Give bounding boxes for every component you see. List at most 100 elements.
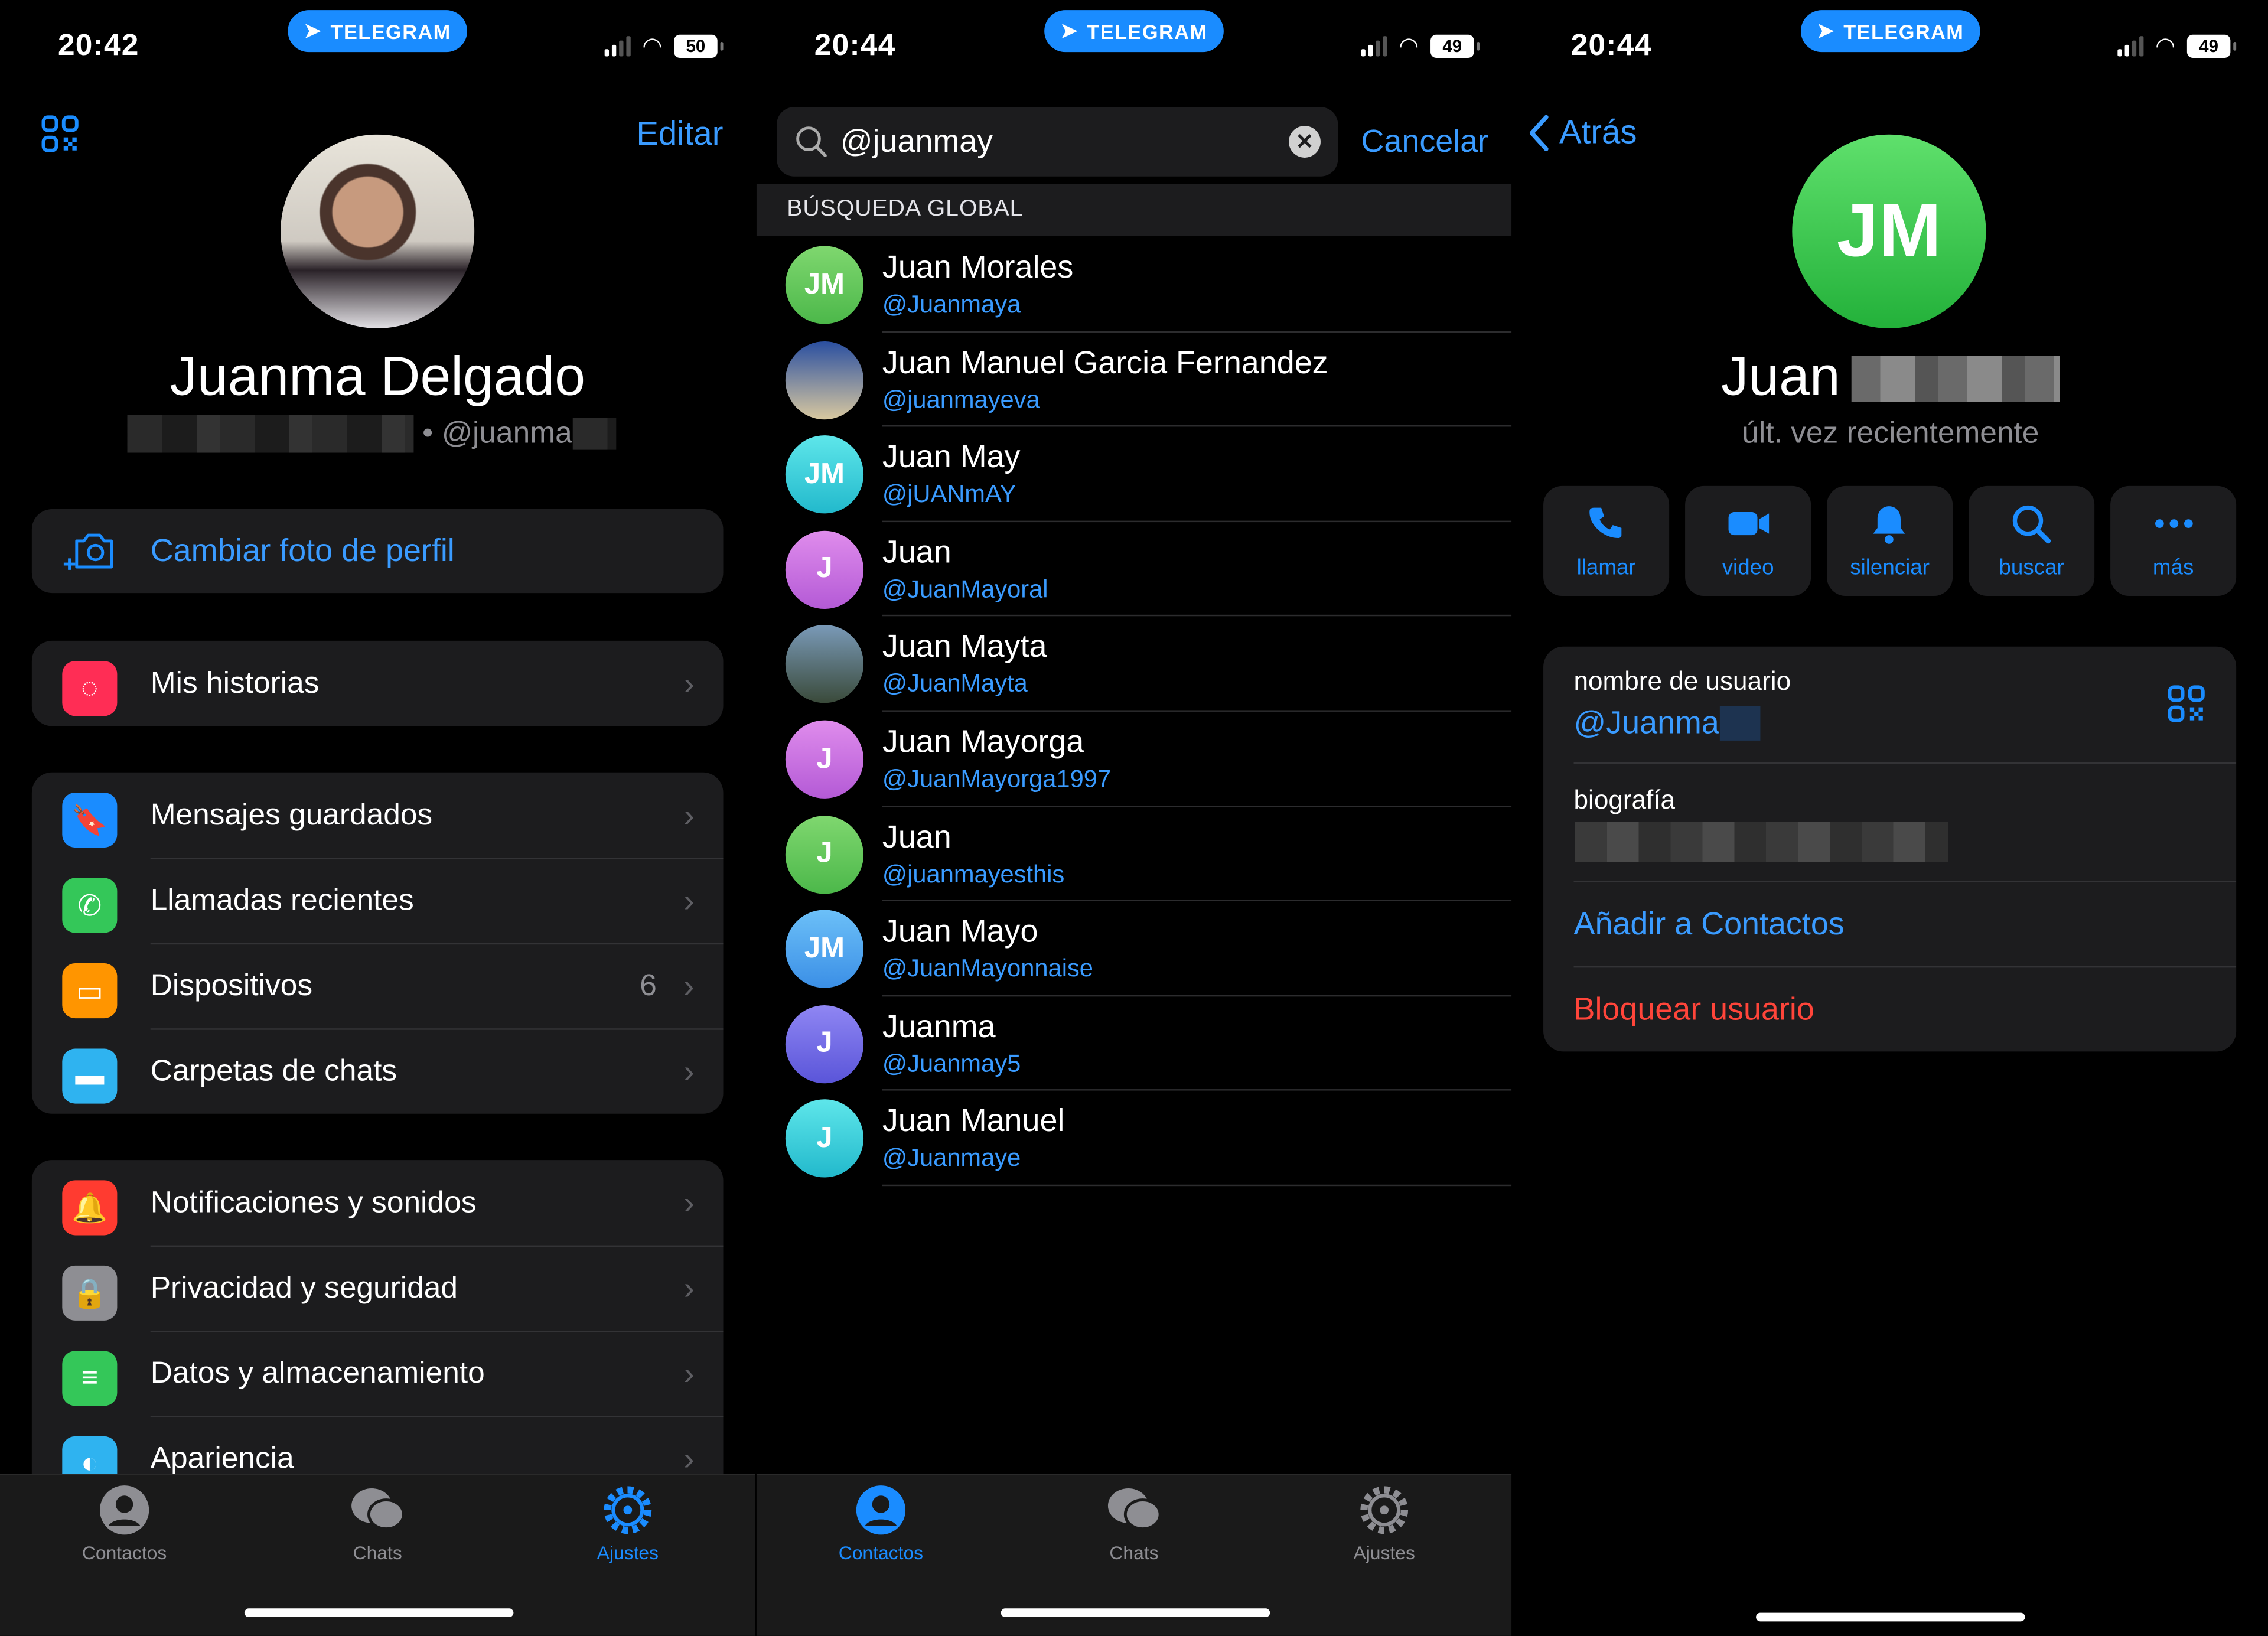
- result-name: Juan: [882, 818, 951, 855]
- settings-item-mensajes-guardados[interactable]: 🔖 Mensajes guardados ›: [32, 773, 724, 858]
- result-username: @jUANmAY: [882, 480, 1016, 509]
- settings-item-datos-y-almacenamiento[interactable]: ≡ Datos y almacenamiento ›: [32, 1331, 724, 1416]
- item-count: 6: [640, 968, 657, 1002]
- search-result-row[interactable]: J Juan @JuanMayoral: [757, 522, 1512, 617]
- change-photo-button[interactable]: Cambiar foto de perfil: [31, 509, 724, 594]
- chevron-right-icon: ›: [683, 881, 695, 918]
- telegram-banner[interactable]: ➤ TELEGRAM: [1044, 10, 1224, 53]
- settings-item-llamadas-recientes[interactable]: ✆ Llamadas recientes ›: [32, 858, 724, 943]
- result-name: Juan Mayorga: [882, 723, 1084, 760]
- silenciar-button[interactable]: silenciar: [1827, 485, 1953, 596]
- stories-group: ◌ Mis historias ›: [31, 640, 724, 726]
- back-label: Atrás: [1559, 113, 1637, 151]
- contact-avatar[interactable]: JM: [1792, 134, 1986, 328]
- chat-bubbles-icon: [291, 1484, 464, 1536]
- search-query: @juanmay: [840, 123, 993, 159]
- lock-icon: 🔒: [62, 1265, 118, 1321]
- search-result-row[interactable]: JM Juan Morales @Juanmaya: [757, 237, 1512, 333]
- result-avatar: J: [785, 530, 864, 609]
- qr-code-icon[interactable]: [41, 114, 80, 153]
- chevron-right-icon: ›: [683, 796, 695, 833]
- tab-contactos[interactable]: Contactos: [38, 1484, 211, 1563]
- contact-name-row: Juan: [1513, 347, 2268, 409]
- result-username: @JuanMayoral: [882, 575, 1048, 603]
- wifi-icon: ◠: [2155, 34, 2176, 60]
- block-user-button[interactable]: Bloquear usuario: [1574, 991, 1814, 1029]
- tab-contactos[interactable]: Contactos: [794, 1484, 968, 1563]
- item-label: Privacidad y seguridad: [150, 1270, 458, 1304]
- search-result-row[interactable]: JM Juan Mayo @JuanMayonnaise: [757, 901, 1512, 996]
- result-name: Juan Manuel: [882, 1103, 1065, 1139]
- chevron-right-icon: ›: [683, 967, 695, 1003]
- result-avatar: [785, 340, 864, 419]
- result-name: Juan Morales: [882, 249, 1074, 285]
- battery-icon: 49: [1430, 34, 1480, 58]
- battery-icon: 50: [674, 34, 724, 58]
- telegram-banner[interactable]: ➤ TELEGRAM: [288, 10, 468, 53]
- result-name: Juan Mayo: [882, 912, 1038, 950]
- search-result-row[interactable]: J Juanma @Juanmay5: [757, 996, 1512, 1091]
- item-label: Llamadas recientes: [150, 883, 414, 917]
- settings-item-privacidad-y-seguridad[interactable]: 🔒 Privacidad y seguridad ›: [32, 1245, 724, 1331]
- tab-ajustes[interactable]: Ajustes: [541, 1484, 715, 1563]
- username-value[interactable]: @Juanma: [1574, 705, 1760, 742]
- result-name: Juan: [882, 533, 951, 570]
- result-name: Juan Manuel Garcia Fernandez: [882, 343, 1328, 380]
- buscar-button[interactable]: buscar: [1969, 485, 2095, 596]
- settings-item-dispositivos[interactable]: ▭ Dispositivos 6 ›: [32, 943, 724, 1028]
- add-to-contacts-button[interactable]: Añadir a Contactos: [1574, 905, 1845, 943]
- search-result-row[interactable]: Juan Mayta @JuanMayta: [757, 617, 1512, 712]
- contact-screen: 20:44 ➤ TELEGRAM ◠ 49 Atrás JM Juan últ. v…: [1513, 0, 2268, 1636]
- section-header: BÚSQUEDA GLOBAL: [756, 184, 1512, 236]
- result-username: @Juanmaye: [882, 1145, 1021, 1172]
- item-label: Carpetas de chats: [150, 1054, 397, 1087]
- qr-code-icon[interactable]: [2167, 684, 2206, 723]
- item-label: Dispositivos: [150, 968, 313, 1002]
- search-result-row[interactable]: J Juan @juanmayesthis: [757, 807, 1512, 902]
- settings-item-carpetas-de-chats[interactable]: ▬ Carpetas de chats ›: [32, 1028, 724, 1113]
- stories-icon: ◌: [62, 661, 118, 716]
- clear-search-icon[interactable]: ✕: [1289, 126, 1321, 158]
- home-indicator[interactable]: [244, 1608, 514, 1617]
- tab-ajustes[interactable]: Ajustes: [1298, 1484, 1471, 1563]
- search-result-row[interactable]: J Juan Mayorga @JuanMayorga1997: [757, 712, 1512, 807]
- home-indicator[interactable]: [1756, 1612, 2025, 1622]
- redacted-bio: [1575, 822, 1948, 862]
- signal-icon: [2117, 36, 2144, 57]
- result-name: Juan Mayta: [882, 628, 1047, 665]
- edit-button[interactable]: Editar: [636, 114, 723, 153]
- contact-info-card: nombre de usuario @Juanma biografía Añad…: [1543, 646, 2237, 1052]
- status-icons: ◠ 49: [1361, 32, 1480, 61]
- signal-icon: [604, 36, 631, 57]
- cancel-button[interactable]: Cancelar: [1361, 123, 1489, 161]
- search-result-row[interactable]: J Juan Manuel @Juanmaye: [757, 1091, 1512, 1187]
- search-input[interactable]: @juanmay ✕: [777, 107, 1338, 177]
- profile-subtitle: • @juanma: [127, 415, 616, 453]
- mas-button[interactable]: más: [2110, 485, 2237, 596]
- devices-icon: ▭: [62, 963, 118, 1019]
- home-indicator[interactable]: [1001, 1608, 1270, 1617]
- search-icon: [796, 126, 827, 157]
- settings-item-mis-historias[interactable]: ◌ Mis historias ›: [32, 641, 724, 726]
- item-label: Mis historias: [150, 666, 320, 700]
- screenshot-stage: 20:42 ➤ TELEGRAM ◠ 50 Editar Juanma Delgad…: [0, 0, 2268, 1636]
- llamar-button[interactable]: llamar: [1543, 485, 1670, 596]
- tab-label: Chats: [1109, 1542, 1159, 1564]
- settings-item-notificaciones-y-sonidos[interactable]: 🔔 Notificaciones y sonidos ›: [32, 1160, 724, 1245]
- telegram-banner[interactable]: ➤ TELEGRAM: [1801, 10, 1980, 53]
- tab-chats[interactable]: Chats: [291, 1484, 464, 1563]
- tab-chats[interactable]: Chats: [1047, 1484, 1221, 1564]
- wifi-icon: ◠: [642, 34, 663, 60]
- chevron-right-icon: ›: [683, 1269, 695, 1306]
- item-label: Notificaciones y sonidos: [150, 1185, 477, 1219]
- username-label: nombre de usuario: [1573, 666, 1791, 696]
- result-avatar: J: [785, 1100, 864, 1178]
- video-button[interactable]: video: [1685, 485, 1811, 596]
- profile-avatar[interactable]: [281, 134, 475, 328]
- back-button[interactable]: Atrás: [1527, 113, 1637, 152]
- search-result-row[interactable]: JM Juan May @jUANmAY: [757, 427, 1512, 522]
- banner-label: TELEGRAM: [1843, 19, 1964, 43]
- search-screen: 20:44 ➤ TELEGRAM ◠ 49 @juanmay ✕ Cancelar …: [756, 0, 1512, 1636]
- search-result-row[interactable]: Juan Manuel Garcia Fernandez @juanmayeva: [757, 332, 1512, 427]
- phone-icon: [1543, 503, 1669, 546]
